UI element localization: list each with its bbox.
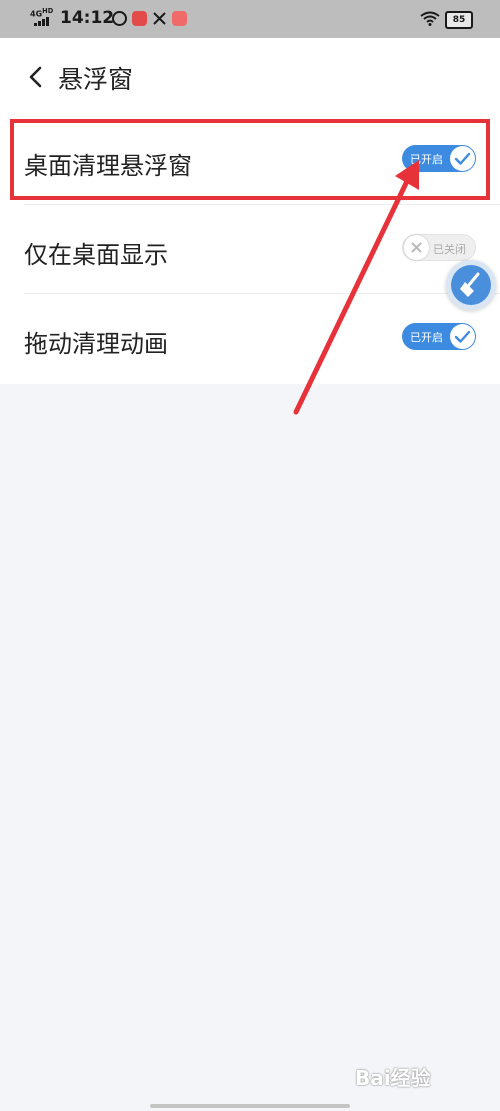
annotation-arrow [293, 160, 419, 415]
home-indicator[interactable] [150, 1104, 350, 1108]
watermark-logo: Bai经验 [355, 1066, 431, 1090]
